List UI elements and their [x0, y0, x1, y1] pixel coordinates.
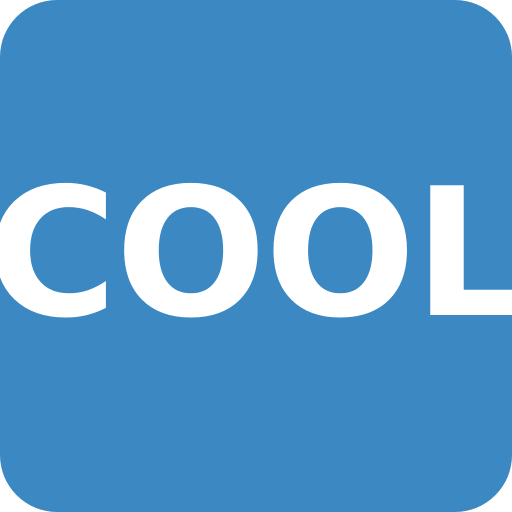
- cool-label: COOL: [0, 150, 512, 357]
- cool-button-emoji: COOL: [0, 0, 512, 512]
